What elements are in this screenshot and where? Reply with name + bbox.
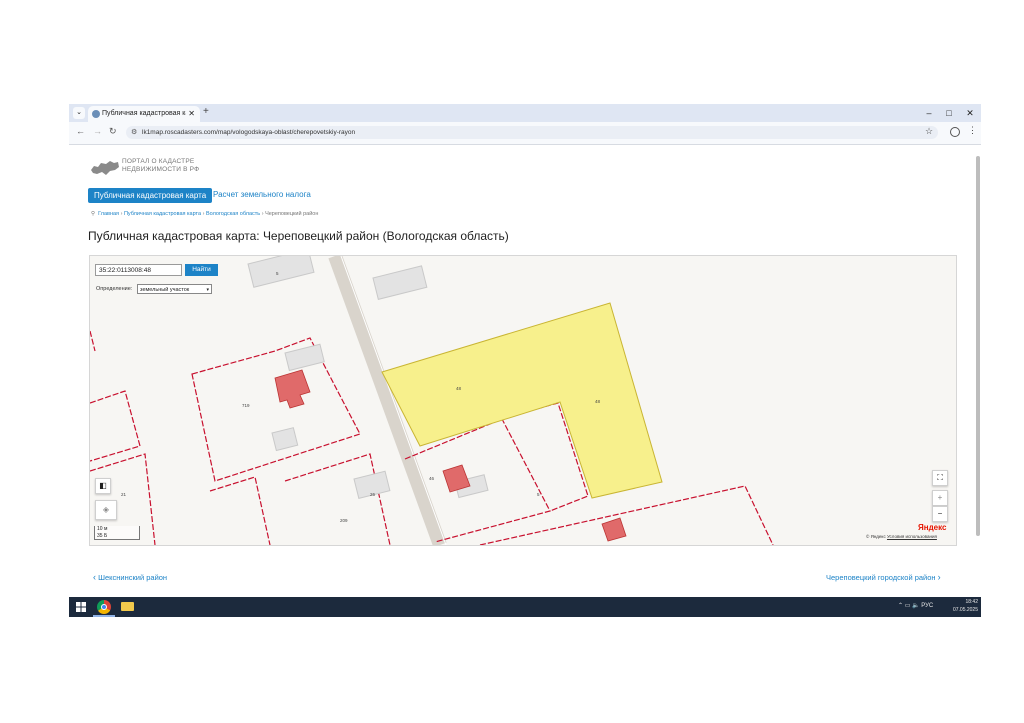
map-label-26: 26	[370, 492, 376, 497]
profile-avatar-icon[interactable]	[950, 127, 960, 137]
address-bar[interactable]: ⚙ lk1map.roscadasters.com/map/vologodska…	[126, 126, 938, 139]
breadcrumb-current: Череповецкий район	[265, 211, 319, 217]
portal-logo-text[interactable]: ПОРТАЛ О КАДАСТРЕ НЕДВИЖИМОСТИ В РФ	[122, 158, 199, 174]
tab-land-tax-calc[interactable]: Расчет земельного налога	[213, 190, 311, 199]
layers-toggle-icon[interactable]: ◧	[95, 478, 111, 494]
search-button[interactable]: Найти	[185, 264, 218, 276]
russia-map-logo-icon	[91, 161, 119, 175]
file-explorer-icon[interactable]	[121, 602, 134, 611]
forward-arrow-icon[interactable]: →	[93, 126, 102, 136]
back-arrow-icon[interactable]: ←	[76, 126, 85, 136]
chevron-down-icon: ▾	[206, 287, 209, 293]
site-settings-icon[interactable]: ⚙	[131, 126, 137, 139]
bookmark-star-icon[interactable]: ☆	[925, 126, 933, 137]
tab-title: Публичная кадастровая карта	[102, 110, 186, 117]
restore-button[interactable]: □	[938, 104, 960, 122]
windows-start-icon[interactable]	[76, 602, 86, 612]
page-scrollbar[interactable]	[975, 150, 981, 590]
logo-line-1: ПОРТАЛ О КАДАСТРЕ	[122, 158, 195, 165]
breadcrumb-home[interactable]: Главная	[98, 211, 119, 217]
definition-value: земельный участок	[140, 287, 190, 293]
page-title: Публичная кадастровая карта: Череповецки…	[88, 229, 509, 243]
breadcrumb-map[interactable]: Публичная кадастровая карта	[124, 211, 201, 217]
next-district-link[interactable]: Череповецкий городской район ›	[826, 572, 941, 582]
browser-menu-icon[interactable]: ⋮	[968, 125, 977, 136]
cadastral-map[interactable]: 5 48 48 719 26 46 5 209 21	[89, 255, 957, 546]
tray-arrow-icon[interactable]: ⌃	[898, 603, 903, 609]
map-scale: 10 м 35 Б	[94, 526, 140, 540]
tab-close-icon[interactable]: ✕	[188, 106, 195, 122]
definition-label: Определение:	[96, 286, 133, 292]
close-window-button[interactable]: ✕	[959, 104, 981, 122]
scrollbar-thumb[interactable]	[976, 156, 980, 536]
breadcrumb-sep: ›	[120, 211, 123, 217]
chrome-taskbar-icon[interactable]	[97, 600, 111, 614]
map-label-46: 46	[429, 476, 435, 481]
active-app-indicator	[93, 615, 115, 617]
reload-icon[interactable]: ↻	[109, 126, 117, 137]
map-label-plot-b: 48	[595, 399, 601, 404]
map-label-21: 21	[121, 492, 127, 497]
scale-label-2: 35 Б	[97, 533, 108, 539]
system-tray[interactable]: ⌃ ▭ 🔈 РУС	[898, 602, 933, 609]
zoom-out-button[interactable]: −	[932, 506, 948, 522]
zoom-in-button[interactable]: +	[932, 490, 948, 506]
yandex-terms-link[interactable]: Условия использования	[887, 534, 937, 539]
map-label-719: 719	[242, 403, 250, 408]
volume-icon[interactable]: 🔈	[912, 603, 919, 609]
tab-search-icon[interactable]: ⌄	[73, 107, 85, 119]
fullscreen-icon[interactable]: ⛶	[932, 470, 948, 486]
prev-district-label: Шекснинский район	[98, 573, 168, 582]
minimize-button[interactable]: –	[918, 104, 940, 122]
tab-public-cadastral-map[interactable]: Публичная кадастровая карта	[88, 188, 213, 203]
cadastral-search-input[interactable]: 35:22:0113008:48	[95, 264, 182, 276]
map-canvas[interactable]: 5 48 48 719 26 46 5 209 21	[90, 256, 956, 545]
map-label-5: 5	[537, 492, 540, 497]
prev-district-link[interactable]: ‹ Шекснинский район	[93, 572, 167, 582]
definition-select[interactable]: земельный участок ▾	[137, 284, 212, 294]
network-icon[interactable]: ▭	[905, 603, 911, 609]
selected-parcel[interactable]	[381, 302, 663, 499]
site-favicon-icon	[92, 110, 100, 118]
breadcrumb-sep: ›	[202, 211, 205, 217]
map-label-209: 209	[340, 518, 348, 523]
scale-label-1: 10 м	[97, 526, 108, 532]
windows-taskbar	[69, 597, 981, 617]
new-tab-button[interactable]: +	[203, 106, 209, 117]
clock-time: 18:42	[965, 599, 978, 605]
yandex-copyright-text: © Яндекс	[866, 534, 886, 539]
yandex-logo[interactable]: Яндекс	[918, 523, 946, 532]
input-language[interactable]: РУС	[921, 603, 933, 609]
layers-stack-icon[interactable]: ◈	[95, 500, 117, 520]
clock-date: 07.05.2025	[952, 607, 978, 613]
map-label-plot-a: 48	[456, 386, 462, 391]
chevron-right-icon: ›	[937, 572, 941, 582]
taskbar-clock[interactable]: 18:42 07.05.2025	[948, 598, 978, 614]
chevron-left-icon: ‹	[93, 572, 96, 582]
next-district-label: Череповецкий городской район	[826, 573, 936, 582]
logo-line-2: НЕДВИЖИМОСТИ В РФ	[122, 166, 200, 173]
breadcrumb-sep: ›	[261, 211, 264, 217]
breadcrumb: ⚲ Главная › Публичная кадастровая карта …	[91, 211, 318, 217]
browser-tab[interactable]: Публичная кадастровая карта ✕	[88, 106, 200, 122]
yandex-copyright: © Яндекс Условия использования	[866, 534, 937, 539]
url-text: lk1map.roscadasters.com/map/vologodskaya…	[142, 129, 356, 136]
breadcrumb-region[interactable]: Вологодская область	[206, 211, 260, 217]
home-pin-icon: ⚲	[91, 211, 96, 217]
